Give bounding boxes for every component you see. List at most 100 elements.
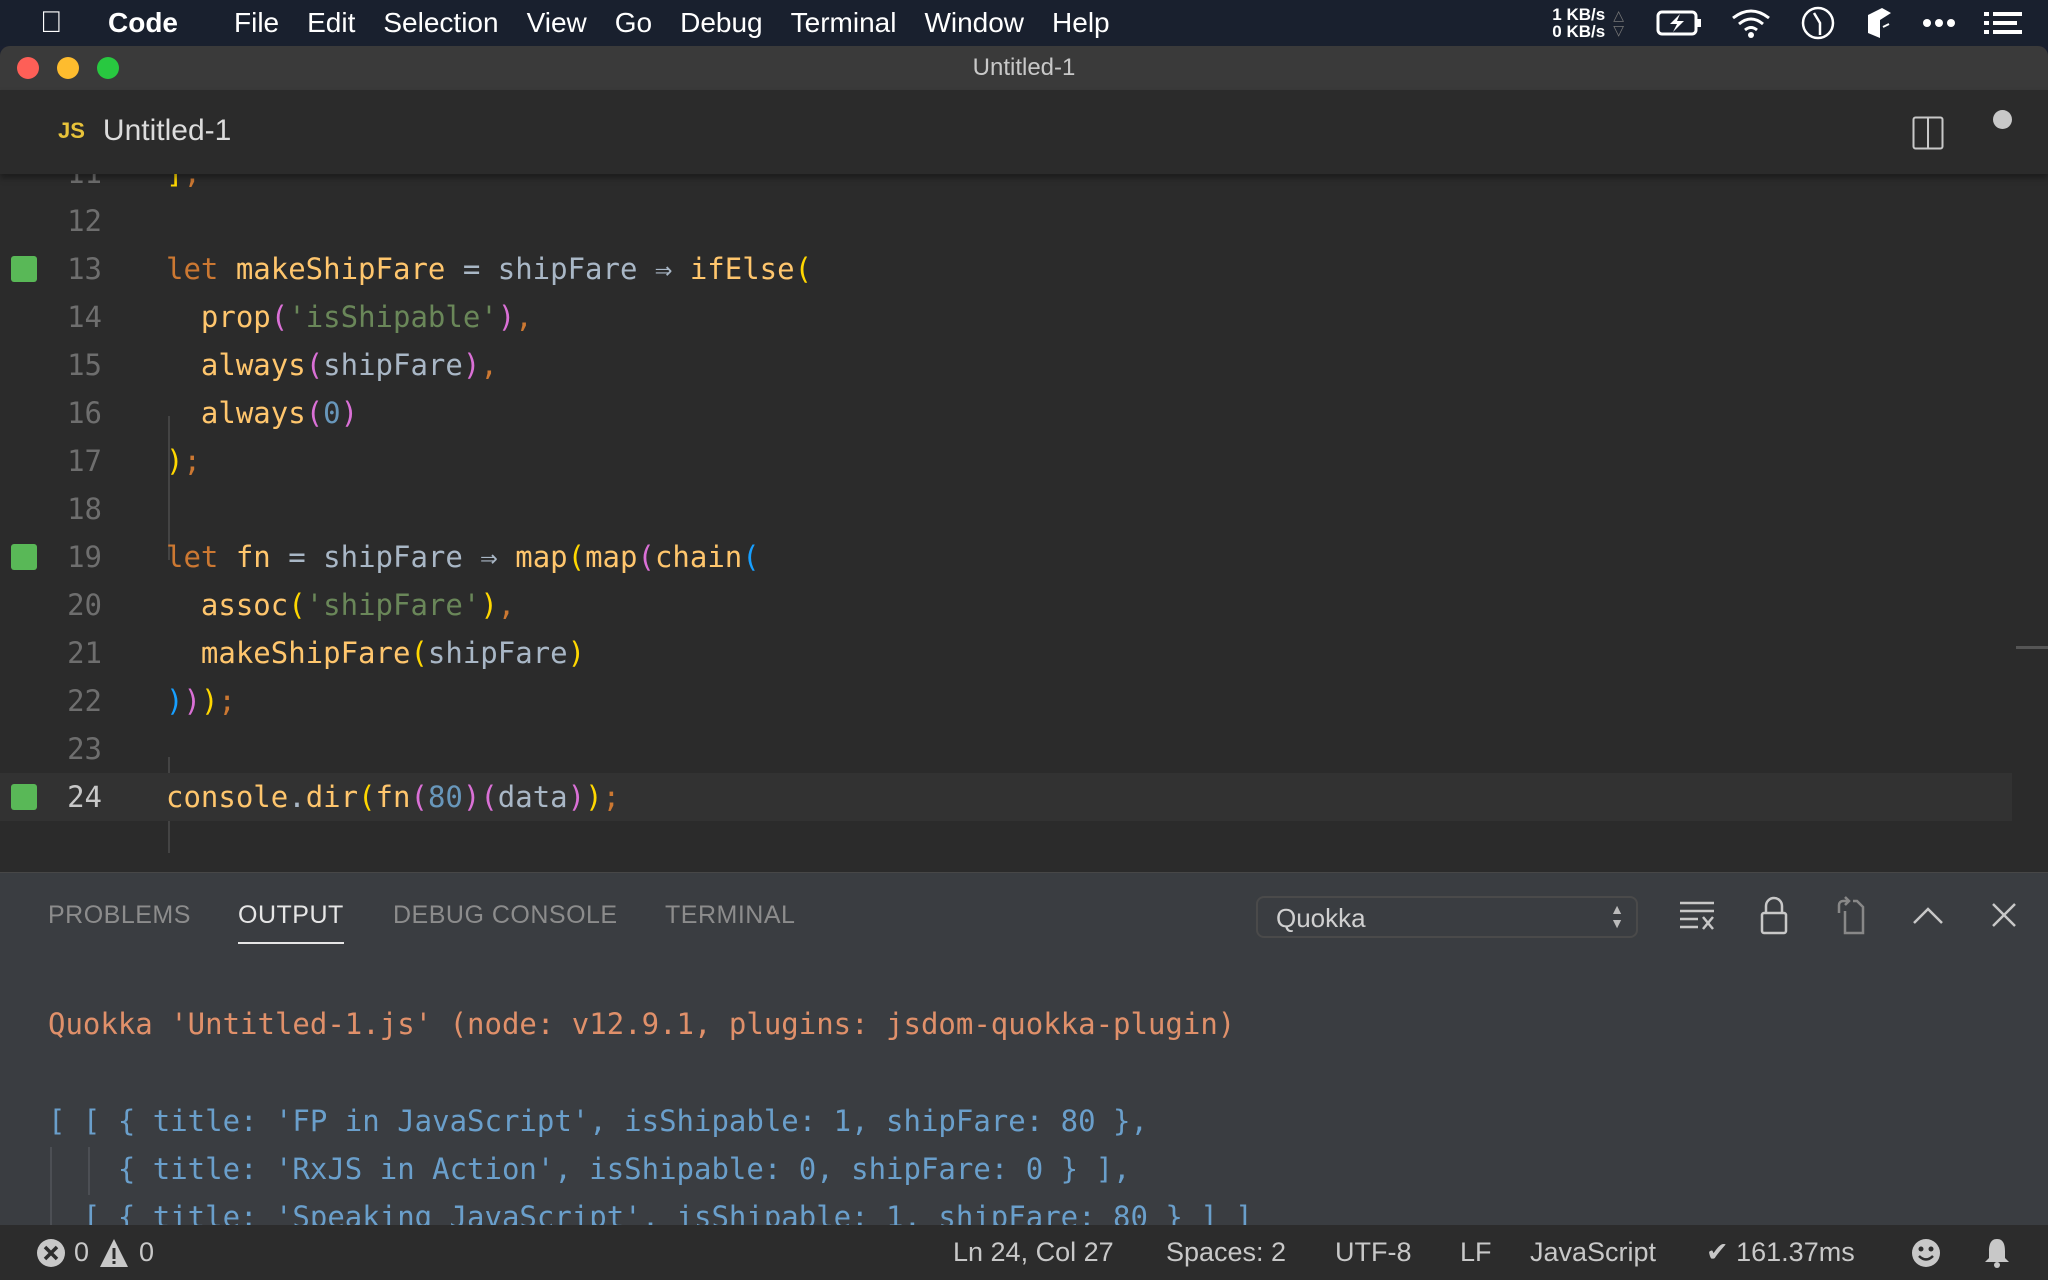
tab-problems[interactable]: PROBLEMS [48, 901, 191, 930]
battery-charging-icon[interactable] [1656, 10, 1702, 36]
code-token: , [497, 588, 516, 622]
code-token: dir [305, 780, 359, 814]
tab-untitled-1[interactable]: JS Untitled-1 [58, 114, 231, 148]
code-line[interactable]: 23 [0, 725, 2012, 773]
code-token: ( [410, 780, 428, 814]
problems-status[interactable]: 0 0 [36, 1237, 154, 1268]
output-channel-select[interactable]: Quokka ▲ ▼ [1256, 896, 1638, 938]
notifications-bell-icon[interactable] [1983, 1237, 2011, 1269]
code-text: let fn = shipFare ⇒ map(map(chain( [166, 533, 760, 581]
javascript-file-icon: JS [58, 118, 85, 143]
scrollbar-marker[interactable] [2016, 646, 2048, 649]
code-line[interactable]: 11], [0, 174, 2012, 197]
quokka-timing[interactable]: ✔ 161.37ms [1706, 1237, 1855, 1268]
menu-debug[interactable]: Debug [680, 7, 763, 39]
menu-help[interactable]: Help [1052, 7, 1110, 39]
code-editor[interactable]: 11], 12 13 let makeShipFare = shipFare ⇒ if… [0, 174, 2048, 872]
close-window-button[interactable] [17, 57, 39, 79]
maximize-panel-icon[interactable] [1908, 895, 1948, 935]
menu-edit[interactable]: Edit [307, 7, 355, 39]
clock-icon[interactable] [1800, 5, 1836, 41]
code-token: 80 [427, 780, 463, 814]
code-text: ))); [166, 677, 236, 725]
lock-scroll-icon[interactable] [1754, 895, 1794, 935]
code-line[interactable]: 20 assoc('shipFare'), [0, 581, 2012, 629]
more-icon[interactable] [1922, 17, 1956, 29]
unsaved-dot-icon[interactable] [1993, 110, 2012, 129]
code-token: let [166, 540, 236, 574]
menu-window[interactable]: Window [924, 7, 1024, 39]
close-panel-icon[interactable] [1984, 895, 2024, 935]
wifi-icon[interactable] [1730, 8, 1772, 38]
code-token: ) [166, 444, 184, 478]
code-token: fn [375, 780, 411, 814]
cursor-position[interactable]: Ln 24, Col 27 [953, 1237, 1114, 1268]
code-line[interactable]: 24 console.dir(fn(80)(data)); [0, 773, 2012, 821]
open-log-file-icon[interactable] [1831, 895, 1871, 935]
feedback-smiley-icon[interactable] [1911, 1238, 1941, 1268]
code-token: ; [183, 444, 201, 478]
code-token: ( [288, 588, 306, 622]
code-line[interactable]: 18 [0, 485, 2012, 533]
clear-output-icon[interactable] [1678, 895, 1718, 935]
end-of-line[interactable]: LF [1460, 1237, 1492, 1268]
tab-output[interactable]: OUTPUT [238, 901, 344, 944]
quokka-header: Quokka 'Untitled-1.js' (node: v12.9.1, p… [48, 1007, 1236, 1041]
code-token: ) [462, 780, 481, 814]
line-number: 13 [67, 252, 102, 286]
code-token: ( [480, 780, 498, 814]
code-token: ( [270, 300, 289, 334]
code-line[interactable]: 13 let makeShipFare = shipFare ⇒ ifElse( [0, 245, 2012, 293]
code-line[interactable]: 12 [0, 197, 2012, 245]
minimize-window-button[interactable] [57, 57, 79, 79]
select-arrows-icon: ▲ ▼ [1610, 901, 1624, 931]
quokka-coverage-marker [11, 544, 37, 570]
code-token: data [497, 780, 568, 814]
code-line[interactable]: 19 let fn = shipFare ⇒ map(map(chain( [0, 533, 2012, 581]
code-token: ) [462, 348, 481, 382]
output-channel-value: Quokka [1276, 903, 1366, 933]
encoding[interactable]: UTF-8 [1335, 1237, 1412, 1268]
quokka-coverage-marker [11, 256, 37, 282]
system-tray: 1 KB/s 0 KB/s △ ▽ [1552, 0, 2048, 46]
line-number: 14 [67, 300, 102, 334]
language-mode[interactable]: JavaScript [1530, 1237, 1656, 1268]
zoom-window-button[interactable] [97, 57, 119, 79]
list-icon[interactable] [1984, 11, 2022, 35]
code-token: 'isShipable' [288, 300, 498, 334]
tab-debug-console[interactable]: DEBUG CONSOLE [393, 901, 618, 930]
code-token: assoc [200, 588, 289, 622]
code-token: shipFare [497, 252, 638, 286]
indentation[interactable]: Spaces: 2 [1166, 1237, 1286, 1268]
code-token: ) [567, 780, 586, 814]
menu-app[interactable]: Code [108, 7, 178, 39]
menu-view[interactable]: View [527, 7, 587, 39]
line-number: 23 [67, 732, 102, 766]
code-line[interactable]: 22))); [0, 677, 2012, 725]
menu-selection[interactable]: Selection [383, 7, 498, 39]
code-line[interactable]: 16 always(0) [0, 389, 2012, 437]
line-number: 19 [67, 540, 102, 574]
code-line[interactable]: 14 prop('isShipable'), [0, 293, 2012, 341]
code-line[interactable]: 21 makeShipFare(shipFare) [0, 629, 2012, 677]
apple-icon[interactable]:  [40, 6, 94, 40]
menu-go[interactable]: Go [615, 7, 652, 39]
code-line[interactable]: 15 always(shipFare), [0, 341, 2012, 389]
menu-terminal[interactable]: Terminal [791, 7, 897, 39]
split-editor-icon[interactable] [1912, 116, 1944, 150]
code-token: prop [200, 300, 271, 334]
code-line[interactable]: 17); [0, 437, 2012, 485]
code-token: ( [794, 252, 813, 286]
line-number: 17 [67, 444, 102, 478]
code-token: let [166, 252, 236, 286]
tab-terminal[interactable]: TERMINAL [665, 901, 795, 930]
bottom-panel: PROBLEMS OUTPUT DEBUG CONSOLE TERMINAL Q… [0, 872, 2048, 1243]
line-number: 24 [67, 780, 102, 814]
menu-file[interactable]: File [234, 7, 279, 39]
box-icon[interactable] [1864, 6, 1894, 40]
network-speed: 1 KB/s 0 KB/s [1552, 6, 1605, 40]
code-token: ( [742, 540, 760, 574]
